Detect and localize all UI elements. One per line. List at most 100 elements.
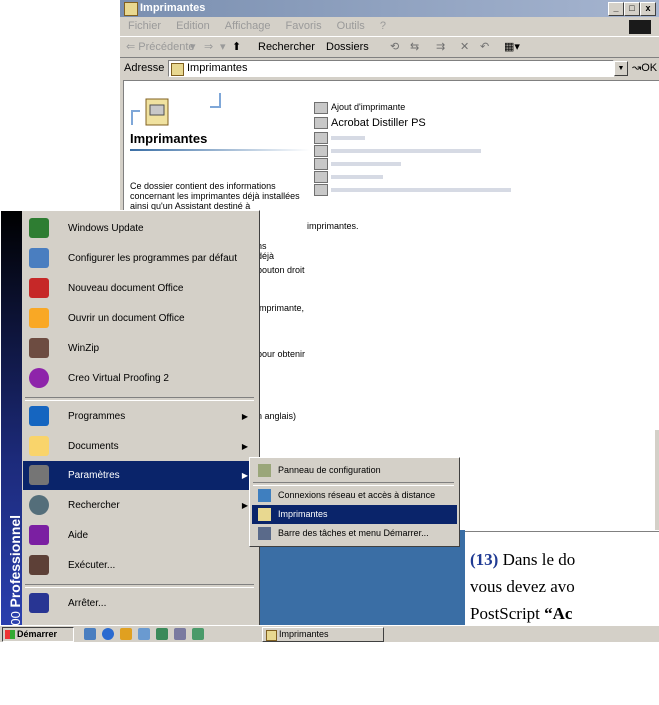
address-input[interactable]: Imprimantes [168, 60, 614, 77]
documents-icon [29, 436, 49, 456]
menu-item-settings[interactable]: Paramètres ▶ [23, 461, 256, 490]
forward-button[interactable]: ⇒ [204, 37, 213, 57]
menu-item-shutdown[interactable]: Arrêter... [23, 589, 256, 618]
folders-button[interactable]: Dossiers [326, 37, 369, 57]
windows-logo-icon [629, 20, 651, 34]
printer-item[interactable] [314, 183, 511, 196]
back-dropdown-icon[interactable]: ▾ [190, 37, 196, 57]
menu-outils[interactable]: Outils [337, 20, 365, 32]
menu-help[interactable]: ? [380, 20, 386, 32]
printer-icon [314, 157, 328, 170]
network-icon [258, 489, 271, 502]
move-to-icon[interactable]: ⇆ [410, 37, 419, 57]
minimize-button[interactable]: _ [608, 2, 624, 16]
menu-item-creo[interactable]: Creo Virtual Proofing 2 [23, 364, 256, 393]
start-button[interactable]: Démarrer [2, 627, 74, 642]
menu-item-help[interactable]: Aide [23, 521, 256, 550]
windows-flag-icon [5, 630, 15, 639]
history-icon[interactable]: ⟲ [390, 37, 399, 57]
address-bar: Adresse Imprimantes ▼ ↝OK [120, 58, 659, 78]
go-icon: ↝ [632, 62, 642, 74]
menu-item-windows-update[interactable]: Windows Update [23, 214, 256, 243]
taskbar-item-printers[interactable]: Imprimantes [262, 627, 384, 642]
creo-icon [29, 368, 49, 388]
quicklaunch-icon[interactable] [192, 628, 204, 640]
forward-dropdown-icon[interactable]: ▾ [220, 37, 226, 57]
programs-icon [29, 406, 49, 426]
taskbar: Démarrer Imprimantes [0, 625, 659, 642]
title-bar[interactable]: Imprimantes _ □ x [120, 0, 659, 17]
close-button[interactable]: x [640, 2, 656, 16]
menu-item-new-office-document[interactable]: Nouveau document Office [23, 274, 256, 303]
maximize-button[interactable]: □ [624, 2, 640, 16]
menu-edition[interactable]: Edition [176, 20, 210, 32]
menu-item-default-programs[interactable]: Configurer les programmes par défaut [23, 244, 256, 273]
submenu-arrow-icon: ▶ [241, 442, 248, 451]
menu-affichage[interactable]: Affichage [225, 20, 271, 32]
description-fragment: pour obtenir [257, 349, 306, 359]
printer-item[interactable]: Ajout d'imprimante [314, 101, 405, 114]
menu-item-documents[interactable]: Documents ▶ [23, 432, 256, 461]
run-icon [29, 555, 49, 575]
printers-folder-icon [171, 63, 184, 76]
menu-item-run[interactable]: Exécuter... [23, 551, 256, 580]
up-folder-icon[interactable]: ⬆ [232, 37, 241, 57]
menu-item-winzip[interactable]: WinZip [23, 334, 256, 363]
globe-icon [29, 218, 49, 238]
submenu-item-control-panel[interactable]: Panneau de configuration [252, 461, 457, 480]
taskbar-icon [258, 527, 271, 540]
banner-edition: Professionnel [7, 514, 23, 608]
quicklaunch-icon[interactable] [138, 628, 150, 640]
step-number: (13) [470, 550, 499, 569]
views-button[interactable]: ▦▾ [504, 37, 520, 57]
menu-fichier[interactable]: Fichier [128, 20, 161, 32]
undo-icon[interactable]: ↶ [480, 37, 489, 57]
window-title: Imprimantes [140, 2, 206, 14]
search-icon [29, 495, 49, 515]
start-menu-banner: Windows 2000 Professionnel [1, 211, 23, 705]
printer-item[interactable]: Acrobat Distiller PS [314, 117, 426, 130]
settings-icon [29, 465, 49, 485]
go-button[interactable]: ↝OK [632, 58, 657, 78]
submenu-item-network[interactable]: Connexions réseau et accès à distance [252, 486, 457, 505]
printer-item[interactable] [314, 131, 365, 144]
submenu-arrow-icon: ▶ [241, 501, 248, 510]
pane-title: Imprimantes [130, 131, 208, 146]
description-fragment: n anglais) [257, 411, 297, 421]
doc-line-3: PostScript “Ac [470, 604, 573, 623]
printers-folder-icon [266, 630, 277, 641]
menu-item-search[interactable]: Rechercher ▶ [23, 491, 256, 520]
winzip-icon [29, 338, 49, 358]
submenu-arrow-icon: ▶ [241, 471, 248, 480]
menu-separator [25, 397, 254, 401]
menu-bar: Fichier Edition Affichage Favoris Outils… [120, 17, 659, 35]
internet-explorer-icon[interactable] [102, 628, 114, 640]
printer-item[interactable] [314, 144, 481, 157]
quicklaunch-icon[interactable] [156, 628, 168, 640]
office-open-icon [29, 308, 49, 328]
banner-windows: Windows [7, 643, 23, 705]
printer-item[interactable] [314, 157, 401, 170]
office-new-icon [29, 278, 49, 298]
doc-line-2: vous devez avo [470, 577, 575, 596]
address-dropdown-icon[interactable]: ▼ [614, 61, 628, 76]
submenu-item-taskbar[interactable]: Barre des tâches et menu Démarrer... [252, 524, 457, 543]
settings-submenu: Panneau de configuration Connexions rése… [249, 457, 460, 547]
printer-icon [258, 508, 271, 521]
menu-item-programs[interactable]: Programmes ▶ [23, 402, 256, 431]
back-button[interactable]: ⇐ Précédente [126, 37, 195, 57]
control-panel-icon [258, 464, 271, 477]
quicklaunch-icon[interactable] [120, 628, 132, 640]
menu-favoris[interactable]: Favoris [286, 20, 322, 32]
show-desktop-icon[interactable] [84, 628, 96, 640]
quicklaunch-icon[interactable] [174, 628, 186, 640]
printer-icon [314, 183, 328, 196]
menu-item-open-office-document[interactable]: Ouvrir un document Office [23, 304, 256, 333]
search-button[interactable]: Rechercher [258, 37, 315, 57]
submenu-item-printers[interactable]: Imprimantes [252, 505, 457, 524]
delete-icon[interactable]: ✕ [460, 37, 469, 57]
window-scrollbar[interactable] [655, 430, 659, 530]
printer-large-icon [131, 93, 221, 126]
printer-item[interactable] [314, 170, 383, 183]
copy-to-icon[interactable]: ⇉ [436, 37, 445, 57]
